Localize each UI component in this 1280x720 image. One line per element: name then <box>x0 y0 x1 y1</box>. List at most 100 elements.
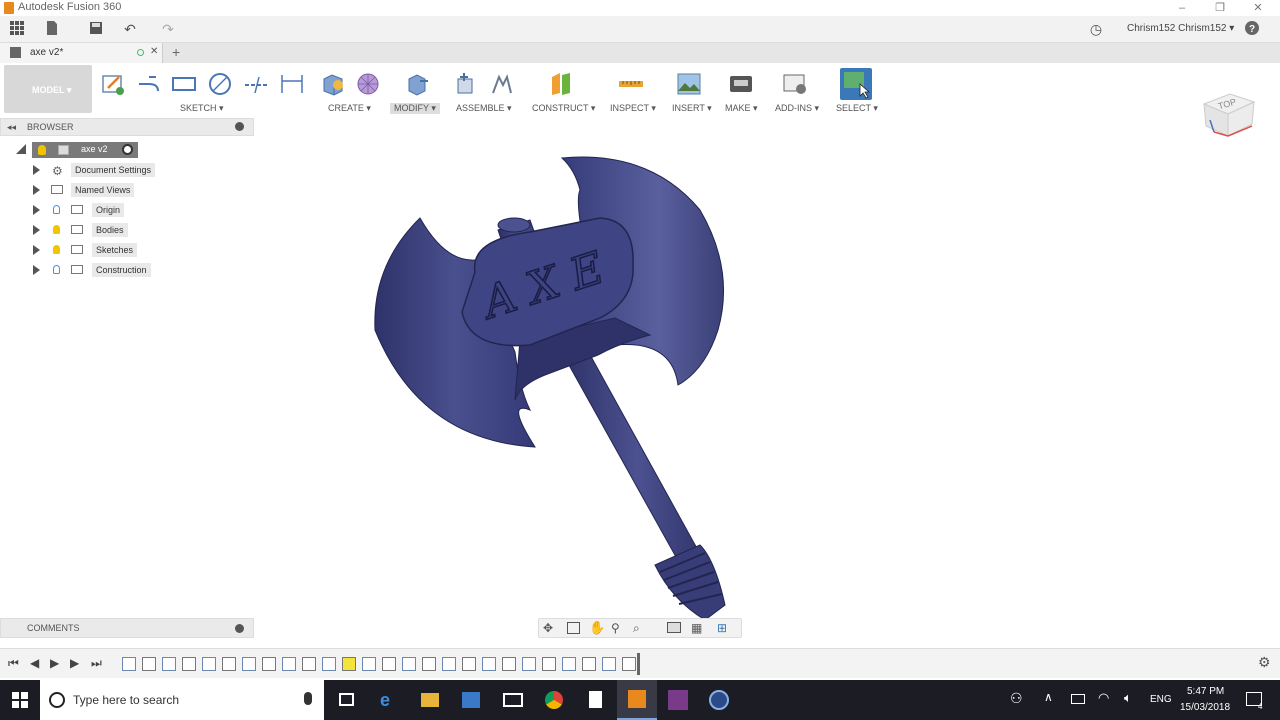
save-icon[interactable] <box>86 20 106 38</box>
timeline-forward-icon[interactable]: ▶ <box>70 656 79 670</box>
data-panel-grid-icon[interactable] <box>7 20 27 38</box>
timeline-feature-icon[interactable] <box>202 657 216 671</box>
create-sketch-icon[interactable] <box>100 71 126 97</box>
timeline-feature-icon[interactable] <box>542 657 556 671</box>
document-app-icon[interactable] <box>589 691 602 708</box>
collapse-browser-icon[interactable]: ◂◂ <box>7 122 16 133</box>
language-indicator[interactable]: ENG <box>1150 694 1172 705</box>
construct-menu[interactable]: CONSTRUCT ▾ <box>532 103 595 114</box>
extrude-icon[interactable] <box>320 71 346 97</box>
timeline-end-icon[interactable]: ⏭ <box>91 656 102 671</box>
expand-triangle-icon[interactable] <box>33 165 40 175</box>
workspace-switcher[interactable]: MODEL ▾ <box>4 65 92 113</box>
select-menu[interactable]: SELECT ▾ <box>836 103 878 114</box>
file-explorer-icon[interactable] <box>421 693 439 707</box>
create-menu[interactable]: CREATE ▾ <box>328 103 371 114</box>
timeline-feature-icon[interactable] <box>582 657 596 671</box>
modify-menu[interactable]: MODIFY ▾ <box>390 103 440 114</box>
close-tab-icon[interactable]: ✕ <box>150 46 158 57</box>
timeline-feature-icon[interactable] <box>562 657 576 671</box>
pan-hand-icon[interactable]: ✋ <box>589 620 605 636</box>
3d-print-icon[interactable] <box>728 71 754 97</box>
timeline-feature-icon[interactable] <box>422 657 436 671</box>
browser-item-document-settings[interactable]: ⚙ Document Settings <box>30 161 230 179</box>
user-account-menu[interactable]: Chrism152 Chrism152 ▾ <box>1127 23 1234 34</box>
timeline-feature-icon[interactable] <box>622 657 636 671</box>
show-hidden-icons-icon[interactable]: ∧ <box>1044 690 1053 704</box>
comments-add-icon[interactable] <box>235 624 244 633</box>
lightbulb-icon[interactable] <box>53 245 60 254</box>
browser-item-construction[interactable]: Construction <box>30 261 230 279</box>
display-settings-icon[interactable] <box>667 622 681 633</box>
timeline-start-icon[interactable]: ⏮ <box>8 656 19 671</box>
lightbulb-icon[interactable] <box>53 225 60 234</box>
volume-icon[interactable]: 🔈︎ <box>1124 690 1132 706</box>
timeline-feature-icon[interactable] <box>382 657 396 671</box>
insert-image-icon[interactable] <box>676 71 702 97</box>
browser-item-sketches[interactable]: Sketches <box>30 241 230 259</box>
scripts-addins-icon[interactable] <box>782 71 808 97</box>
activate-radio-icon[interactable] <box>122 144 133 155</box>
timeline-feature-icon[interactable] <box>602 657 616 671</box>
mail-icon[interactable] <box>503 693 523 707</box>
lightbulb-off-icon[interactable] <box>53 265 60 274</box>
line-tool-icon[interactable] <box>136 71 162 97</box>
expand-triangle-icon[interactable] <box>33 245 40 255</box>
timeline-feature-icon[interactable] <box>182 657 196 671</box>
windows-start-icon[interactable] <box>12 692 28 711</box>
view-cube[interactable]: TOP <box>1200 88 1256 142</box>
store-icon[interactable] <box>462 692 480 708</box>
select-tool-icon[interactable] <box>840 68 872 100</box>
media-app-icon[interactable] <box>668 690 688 710</box>
file-menu-icon[interactable] <box>42 20 62 38</box>
document-tab[interactable]: axe v2* ✕ <box>0 43 163 63</box>
lightbulb-off-icon[interactable] <box>53 205 60 214</box>
wifi-icon[interactable]: ◠ <box>1098 690 1109 706</box>
chrome-icon[interactable] <box>545 691 563 709</box>
make-menu[interactable]: MAKE ▾ <box>725 103 758 114</box>
timeline-feature-icon[interactable] <box>522 657 536 671</box>
timeline-feature-icon[interactable] <box>122 657 136 671</box>
orbit-icon[interactable]: ✥ <box>543 621 553 635</box>
timeline-marker[interactable] <box>637 653 640 675</box>
fusion-taskbar-icon[interactable] <box>617 680 657 720</box>
redo-icon[interactable]: ↷ <box>158 20 178 38</box>
inspect-menu[interactable]: INSPECT ▾ <box>610 103 656 114</box>
circle-tool-icon[interactable] <box>207 71 233 97</box>
timeline-feature-icon[interactable] <box>342 657 356 671</box>
timeline-feature-icon[interactable] <box>502 657 516 671</box>
clock-time[interactable]: 5:47 PM <box>1187 686 1224 697</box>
look-at-icon[interactable] <box>567 622 580 634</box>
expand-triangle-icon[interactable] <box>33 205 40 215</box>
measure-icon[interactable] <box>618 71 644 97</box>
timeline-feature-icon[interactable] <box>242 657 256 671</box>
minimize-button[interactable]: – <box>1172 0 1192 16</box>
axe-3d-model[interactable]: A X E <box>360 150 740 625</box>
people-icon[interactable]: ⚇ <box>1010 690 1023 707</box>
browser-pin-icon[interactable] <box>235 122 244 131</box>
close-window-button[interactable]: ✕ <box>1248 0 1268 16</box>
expand-triangle-icon[interactable] <box>33 185 40 195</box>
offset-plane-icon[interactable] <box>548 71 574 97</box>
press-pull-icon[interactable] <box>404 71 430 97</box>
browser-root-row[interactable]: axe v2 <box>16 141 146 159</box>
zoom-window-icon[interactable]: ⌕ <box>633 621 640 636</box>
assemble-menu[interactable]: ASSEMBLE ▾ <box>456 103 512 114</box>
sketch-menu[interactable]: SKETCH ▾ <box>180 103 224 114</box>
expand-triangle-icon[interactable] <box>33 225 40 235</box>
help-icon[interactable]: ? <box>1242 20 1262 38</box>
timeline-feature-icon[interactable] <box>362 657 376 671</box>
browser-item-bodies[interactable]: Bodies <box>30 221 230 239</box>
trim-tool-icon[interactable] <box>243 71 269 97</box>
edge-browser-icon[interactable]: e <box>380 690 390 711</box>
timeline-feature-icon[interactable] <box>402 657 416 671</box>
recorder-app-icon[interactable] <box>709 690 729 710</box>
timeline-feature-icon[interactable] <box>302 657 316 671</box>
taskbar-search-box[interactable]: Type here to search <box>40 680 324 720</box>
timeline-feature-icon[interactable] <box>142 657 156 671</box>
joint-icon[interactable] <box>489 71 515 97</box>
timeline-feature-icon[interactable] <box>442 657 456 671</box>
timeline-feature-icon[interactable] <box>262 657 276 671</box>
task-view-icon[interactable] <box>339 693 354 706</box>
browser-item-origin[interactable]: Origin <box>30 201 230 219</box>
